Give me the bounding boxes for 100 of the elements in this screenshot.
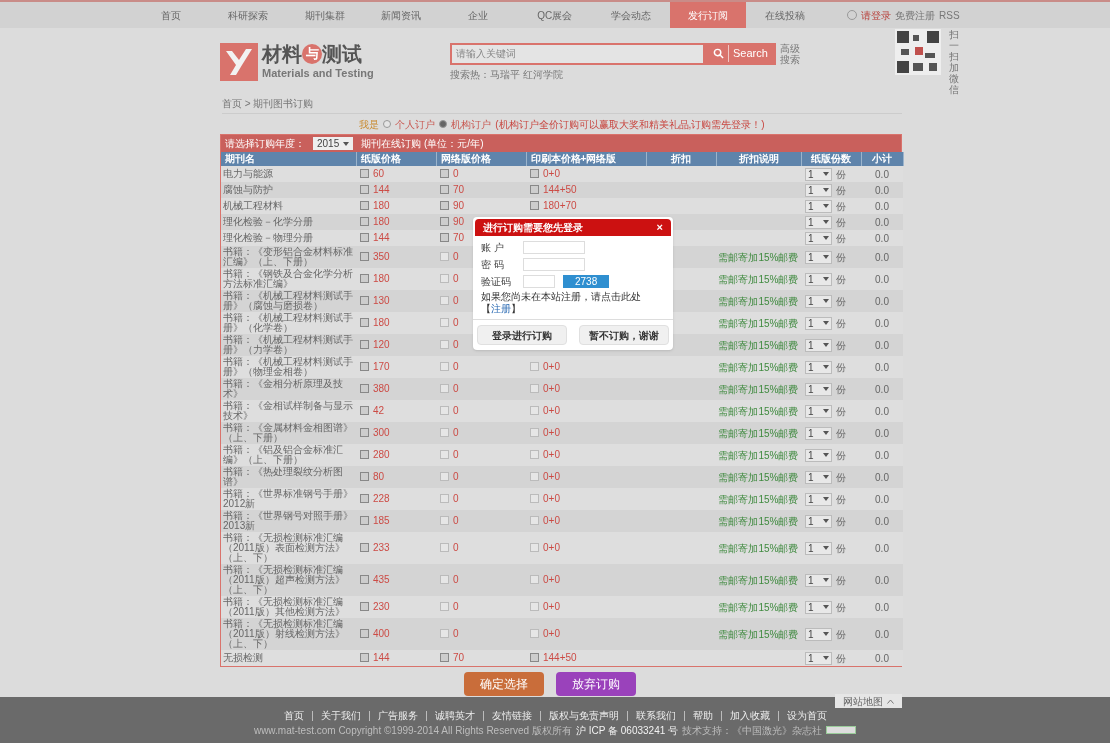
footer-link[interactable]: 加入收藏 xyxy=(720,710,778,721)
nav-tab[interactable]: QC展会 xyxy=(516,2,594,28)
quantity-select[interactable]: 1 xyxy=(805,600,832,614)
search-field[interactable]: 请输入关键词 xyxy=(450,42,705,65)
quantity-select[interactable]: 1 xyxy=(805,231,832,245)
action-button[interactable]: 放弃订购 xyxy=(556,672,636,696)
input-field[interactable] xyxy=(523,258,585,271)
checkbox[interactable] xyxy=(530,185,539,194)
checkbox[interactable] xyxy=(360,185,369,194)
checkbox[interactable] xyxy=(360,472,369,481)
quantity-select[interactable]: 1 xyxy=(805,426,832,440)
quantity-select[interactable]: 1 xyxy=(805,272,832,286)
input-field[interactable] xyxy=(523,241,585,254)
footer-link[interactable]: 联系我们 xyxy=(626,710,684,721)
checkbox[interactable] xyxy=(360,494,369,503)
quantity-select[interactable]: 1 xyxy=(805,338,832,352)
footer-link[interactable]: 版权与免责声明 xyxy=(539,710,627,721)
subscriber-radio[interactable]: 个人订户 xyxy=(383,116,436,132)
checkbox[interactable] xyxy=(360,428,369,437)
close-button[interactable]: × xyxy=(656,222,663,233)
nav-tab[interactable]: 发行订阅 xyxy=(669,2,747,28)
nav-tab[interactable]: 学会动态 xyxy=(593,2,670,28)
quantity-select[interactable]: 1 xyxy=(805,541,832,555)
login-button[interactable]: 登录进行订购 xyxy=(477,325,567,345)
checkbox[interactable] xyxy=(360,169,369,178)
login-link[interactable]: 请登录 xyxy=(861,7,891,23)
captcha-field[interactable] xyxy=(523,275,555,288)
nav-tab[interactable]: 企业 xyxy=(439,2,517,28)
checkbox[interactable] xyxy=(360,575,369,584)
price-text: 230 xyxy=(373,600,390,614)
register-link[interactable]: 注册 xyxy=(491,303,511,314)
checkbox[interactable] xyxy=(440,169,449,178)
footer-link[interactable]: 诚聘英才 xyxy=(425,710,483,721)
checkbox[interactable] xyxy=(440,653,449,662)
checkbox[interactable] xyxy=(360,602,369,611)
footer-link[interactable]: 首页 xyxy=(275,710,312,721)
checkbox[interactable] xyxy=(440,217,449,226)
quantity-select[interactable]: 1 xyxy=(805,627,832,641)
caret-icon xyxy=(823,431,829,435)
checkbox[interactable] xyxy=(360,629,369,638)
quantity-select[interactable]: 1 xyxy=(805,448,832,462)
quantity-select[interactable]: 1 xyxy=(805,167,832,181)
quantity-select[interactable]: 1 xyxy=(805,250,832,264)
checkbox[interactable] xyxy=(360,516,369,525)
search-button[interactable]: Search xyxy=(705,42,776,65)
quantity-select[interactable]: 1 xyxy=(805,573,832,587)
quantity-select[interactable]: 1 xyxy=(805,651,832,665)
quantity-select[interactable]: 1 xyxy=(805,360,832,374)
checkbox[interactable] xyxy=(360,406,369,415)
quantity-select[interactable]: 1 xyxy=(805,215,832,229)
footer-link[interactable]: 友情链接 xyxy=(482,710,540,721)
checkbox[interactable] xyxy=(360,340,369,349)
checkbox[interactable] xyxy=(360,274,369,283)
footer-link[interactable]: 关于我们 xyxy=(311,710,369,721)
caret-icon xyxy=(823,236,829,240)
sitemap-button[interactable]: 网站地图 xyxy=(835,694,902,708)
nav-tab[interactable]: 期刊集群 xyxy=(286,2,363,28)
checkbox[interactable] xyxy=(440,185,449,194)
footer-link[interactable]: 广告服务 xyxy=(368,710,426,721)
nav-tab[interactable]: 科研探索 xyxy=(209,2,287,28)
checkbox[interactable] xyxy=(440,233,449,242)
subtotal-text: 0.0 xyxy=(875,493,889,505)
quantity-select[interactable]: 1 xyxy=(805,183,832,197)
footer-link[interactable]: 帮助 xyxy=(683,710,721,721)
quantity-select[interactable]: 1 xyxy=(805,294,832,308)
register-link[interactable]: 免费注册 xyxy=(895,7,935,23)
nav-tab[interactable]: 新闻资讯 xyxy=(363,2,440,28)
advanced-search-link[interactable]: 高级搜索 xyxy=(779,42,802,65)
quantity-select[interactable]: 1 xyxy=(805,492,832,506)
footer-link[interactable]: 设为首页 xyxy=(777,710,835,721)
subscriber-radio[interactable]: 机构订户 xyxy=(439,116,492,132)
checkbox[interactable] xyxy=(360,543,369,552)
decline-button[interactable]: 暂不订购，谢谢 xyxy=(579,325,669,345)
checkbox[interactable] xyxy=(360,217,369,226)
checkbox[interactable] xyxy=(360,384,369,393)
checkbox[interactable] xyxy=(360,653,369,662)
nav-tab[interactable]: 在线投稿 xyxy=(746,2,824,28)
checkbox[interactable] xyxy=(360,296,369,305)
checkbox[interactable] xyxy=(530,201,539,210)
price-text: 0 xyxy=(453,573,459,587)
quantity-select[interactable]: 1 xyxy=(805,404,832,418)
year-select[interactable]: 2015 xyxy=(313,137,354,150)
subscriber-label: 我是 xyxy=(359,117,380,132)
checkbox[interactable] xyxy=(360,450,369,459)
quantity-select[interactable]: 1 xyxy=(805,470,832,484)
nav-tab[interactable]: 首页 xyxy=(133,2,210,28)
checkbox[interactable] xyxy=(440,201,449,210)
quantity-select[interactable]: 1 xyxy=(805,199,832,213)
rss-link[interactable]: RSS xyxy=(939,7,960,23)
checkbox[interactable] xyxy=(530,169,539,178)
quantity-select[interactable]: 1 xyxy=(805,382,832,396)
quantity-select[interactable]: 1 xyxy=(805,514,832,528)
checkbox[interactable] xyxy=(360,201,369,210)
action-button[interactable]: 确定选择 xyxy=(464,672,544,696)
checkbox[interactable] xyxy=(360,233,369,242)
quantity-select[interactable]: 1 xyxy=(805,316,832,330)
checkbox[interactable] xyxy=(360,318,369,327)
checkbox[interactable] xyxy=(360,252,369,261)
checkbox[interactable] xyxy=(530,653,539,662)
checkbox[interactable] xyxy=(360,362,369,371)
